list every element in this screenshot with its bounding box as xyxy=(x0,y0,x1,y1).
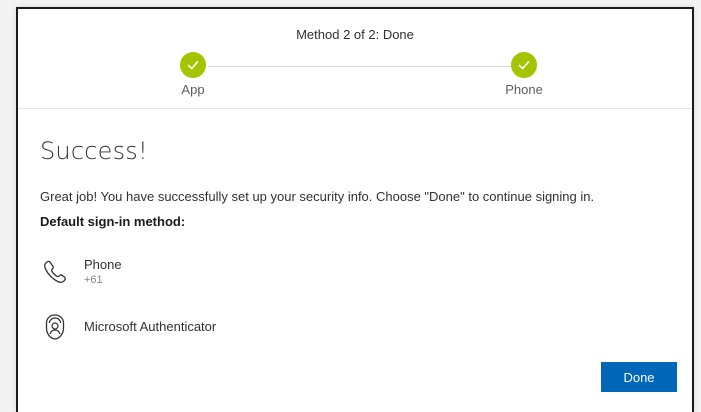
method-detail: +61 xyxy=(84,274,103,286)
done-button[interactable]: Done xyxy=(601,362,677,392)
step-app: App xyxy=(133,52,253,97)
method-phone: Phone +61 xyxy=(40,257,122,287)
success-message: Great job! You have successfully set up … xyxy=(40,189,595,204)
page-title: Success! xyxy=(40,137,148,165)
step-phone: Phone xyxy=(464,52,584,97)
step-title: Method 2 of 2: Done xyxy=(296,27,414,42)
step-label: App xyxy=(181,82,205,97)
default-method-heading: Default sign-in method: xyxy=(40,214,186,229)
background-right xyxy=(693,0,701,412)
check-icon xyxy=(180,52,206,78)
method-name: Phone xyxy=(84,257,122,272)
check-icon xyxy=(511,52,537,78)
phone-icon xyxy=(40,257,70,287)
security-info-card: Method 2 of 2: Done App Phone Success! G… xyxy=(16,7,694,412)
method-authenticator: Microsoft Authenticator xyxy=(40,312,216,342)
step-label: Phone xyxy=(505,82,543,97)
method-name: Microsoft Authenticator xyxy=(84,319,217,334)
main-content: Success! Great job! You have successfull… xyxy=(40,137,680,340)
method-phone-text: Phone +61 xyxy=(84,257,122,286)
method-authenticator-text: Microsoft Authenticator xyxy=(84,319,216,334)
progress-header: Method 2 of 2: Done App Phone xyxy=(18,9,692,109)
background-left xyxy=(0,0,16,412)
authenticator-icon xyxy=(40,312,70,342)
